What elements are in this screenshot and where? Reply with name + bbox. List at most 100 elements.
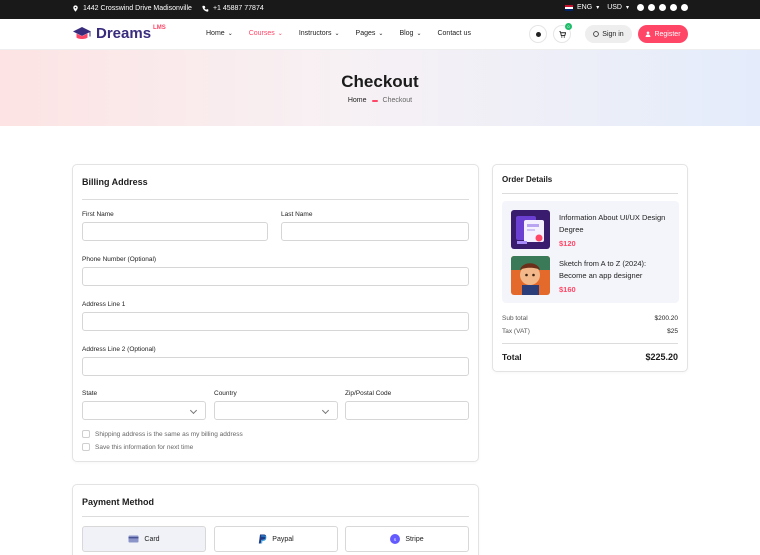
- breadcrumb-current: Checkout: [382, 97, 413, 104]
- address-item: 1442 Crosswind Drive Madisonville: [72, 5, 192, 12]
- breadcrumb-home[interactable]: Home: [348, 97, 367, 104]
- youtube-icon[interactable]: [681, 4, 688, 11]
- pay-stripe-label: Stripe: [405, 535, 424, 543]
- sign-in-label: Sign in: [602, 30, 624, 38]
- chevron-down-icon: [189, 406, 198, 415]
- same-address-option[interactable]: Shipping address is the same as my billi…: [82, 430, 243, 438]
- phone-icon: [202, 5, 209, 12]
- social-links: [637, 4, 688, 11]
- logo[interactable]: Dreams LMS: [72, 25, 168, 42]
- state-select[interactable]: [82, 401, 206, 420]
- whatsapp-icon[interactable]: [670, 4, 677, 11]
- credit-card-icon: [128, 535, 139, 543]
- save-info-option[interactable]: Save this information for next time: [82, 443, 193, 451]
- language-label: ENG: [577, 4, 593, 11]
- chevron-down-icon: ⌄: [227, 31, 233, 37]
- nav-contact[interactable]: Contact us: [437, 30, 470, 37]
- theme-toggle-button[interactable]: [529, 25, 547, 43]
- tax-label: Tax (VAT): [502, 328, 530, 335]
- pay-card-button[interactable]: Card: [82, 526, 206, 552]
- course-title[interactable]: Information About UI/UX Design Degree: [559, 212, 674, 236]
- location-pin-icon: [73, 5, 78, 12]
- cart-count-badge: 0: [565, 23, 572, 30]
- nav-pages[interactable]: Pages ⌄: [356, 30, 384, 37]
- cart-icon: [558, 30, 566, 38]
- page-title: Checkout: [341, 72, 419, 91]
- x-icon[interactable]: [659, 4, 666, 11]
- save-info-label: Save this information for next time: [95, 443, 194, 451]
- address-line2-input[interactable]: [82, 357, 469, 376]
- nav-instructors[interactable]: Instructors ⌄: [299, 30, 340, 37]
- divider: [82, 199, 469, 200]
- subtotal-value: $200.20: [654, 315, 679, 322]
- chevron-down-icon: ⌄: [277, 31, 283, 37]
- sign-in-button[interactable]: Sign in: [585, 25, 632, 43]
- pay-paypal-label: Paypal: [272, 535, 294, 543]
- payment-title: Payment Method: [82, 497, 155, 507]
- language-select[interactable]: ENG ▾: [565, 4, 599, 11]
- page-banner: Checkout Home Checkout: [0, 50, 760, 126]
- nav-label: Instructors: [298, 30, 332, 37]
- header-actions: 0 Sign in Register: [529, 23, 688, 43]
- course-thumbnail: [511, 256, 550, 295]
- last-name-input[interactable]: [281, 222, 469, 241]
- nav-home[interactable]: Home ⌄: [206, 30, 233, 37]
- nav-courses[interactable]: Courses ⌄: [249, 30, 283, 37]
- address-line1-label: Address Line 1: [82, 301, 126, 308]
- moon-icon: [535, 31, 541, 37]
- currency-select[interactable]: USD ▾: [607, 4, 629, 11]
- main-header: Dreams LMS Home ⌄ Courses ⌄ Instructors ⌄ P…: [0, 19, 760, 50]
- first-name-input[interactable]: [82, 222, 268, 241]
- zip-label: Zip/Postal Code: [345, 390, 392, 397]
- facebook-icon[interactable]: [637, 4, 644, 11]
- country-label: Country: [214, 390, 237, 397]
- divider: [502, 343, 678, 344]
- uk-flag-icon: [565, 4, 574, 11]
- address-line1-input[interactable]: [82, 312, 469, 331]
- paypal-icon: [259, 534, 267, 544]
- breadcrumb-separator: [371, 99, 378, 102]
- nav-blog[interactable]: Blog ⌄: [399, 30, 421, 37]
- currency-label: USD: [607, 4, 622, 11]
- top-bar-right: ENG ▾ USD ▾: [565, 4, 688, 11]
- payment-method-card: Payment Method Card Paypal S Stripe: [72, 484, 479, 555]
- nav-label: Contact us: [437, 30, 471, 37]
- course-title[interactable]: Sketch from A to Z (2024): Become an app…: [559, 258, 674, 282]
- pay-stripe-button[interactable]: S Stripe: [345, 526, 469, 552]
- stripe-icon: S: [390, 534, 401, 544]
- same-address-checkbox[interactable]: [82, 430, 90, 438]
- chevron-down-icon: ⌄: [416, 31, 422, 37]
- logo-suffix: LMS: [153, 24, 166, 31]
- total-value: $225.20: [645, 352, 678, 362]
- course-price: $160: [559, 285, 576, 294]
- state-label: State: [82, 390, 98, 397]
- cart-button[interactable]: 0: [553, 23, 572, 43]
- save-info-checkbox[interactable]: [82, 443, 90, 451]
- divider: [82, 516, 469, 517]
- tax-row: Tax (VAT) $25: [502, 328, 678, 335]
- phone-text: +1 45887 77874: [212, 5, 264, 12]
- order-details-card: Order Details Information About UI/UX De…: [492, 164, 688, 372]
- phone-label: Phone Number (Optional): [82, 256, 157, 263]
- subtotal-row: Sub total $200.20: [502, 315, 678, 322]
- svg-text:S: S: [394, 537, 397, 542]
- phone-item[interactable]: +1 45887 77874: [202, 5, 264, 12]
- divider: [502, 193, 678, 194]
- lock-icon: [593, 31, 600, 37]
- country-select[interactable]: [214, 401, 338, 420]
- phone-input[interactable]: [82, 267, 469, 286]
- chevron-down-icon: ⌄: [334, 31, 340, 37]
- instagram-icon[interactable]: [648, 4, 655, 11]
- nav-label: Home: [206, 30, 225, 37]
- address-line2-label: Address Line 2 (Optional): [82, 346, 156, 353]
- user-icon: [646, 31, 651, 37]
- billing-title: Billing Address: [82, 177, 148, 187]
- register-button[interactable]: Register: [638, 25, 688, 43]
- last-name-label: Last Name: [281, 211, 313, 218]
- pay-card-label: Card: [144, 535, 160, 543]
- order-items: Information About UI/UX Design Degree $1…: [502, 201, 679, 303]
- pay-paypal-button[interactable]: Paypal: [214, 526, 338, 552]
- zip-input[interactable]: [345, 401, 469, 420]
- nav-label: Blog: [399, 30, 414, 37]
- subtotal-label: Sub total: [502, 315, 528, 322]
